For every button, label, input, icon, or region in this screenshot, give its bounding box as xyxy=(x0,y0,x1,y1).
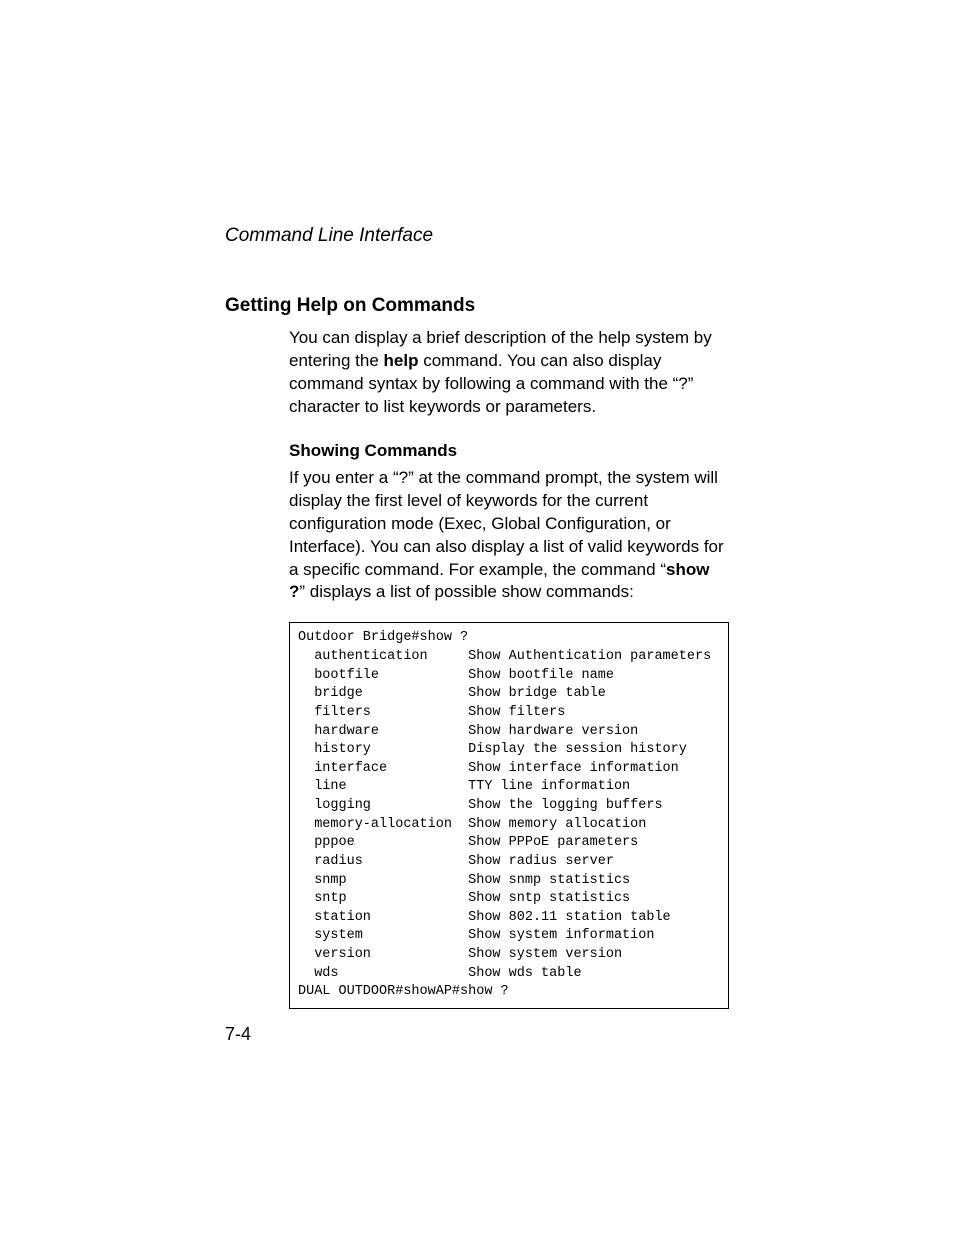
showing-commands-paragraph: If you enter a “?” at the command prompt… xyxy=(289,467,729,605)
page-number: 7-4 xyxy=(225,1024,251,1045)
sub-heading: Showing Commands xyxy=(289,441,729,461)
section-heading: Getting Help on Commands xyxy=(225,295,729,317)
para2-text-b: ” displays a list of possible show comma… xyxy=(299,582,633,601)
intro-paragraph: You can display a brief description of t… xyxy=(289,327,729,419)
help-command-bold: help xyxy=(384,351,419,370)
para2-text-a: If you enter a “?” at the command prompt… xyxy=(289,468,724,579)
cli-output-block: Outdoor Bridge#show ? authentication Sho… xyxy=(289,622,729,1009)
running-header: Command Line Interface xyxy=(225,225,729,247)
